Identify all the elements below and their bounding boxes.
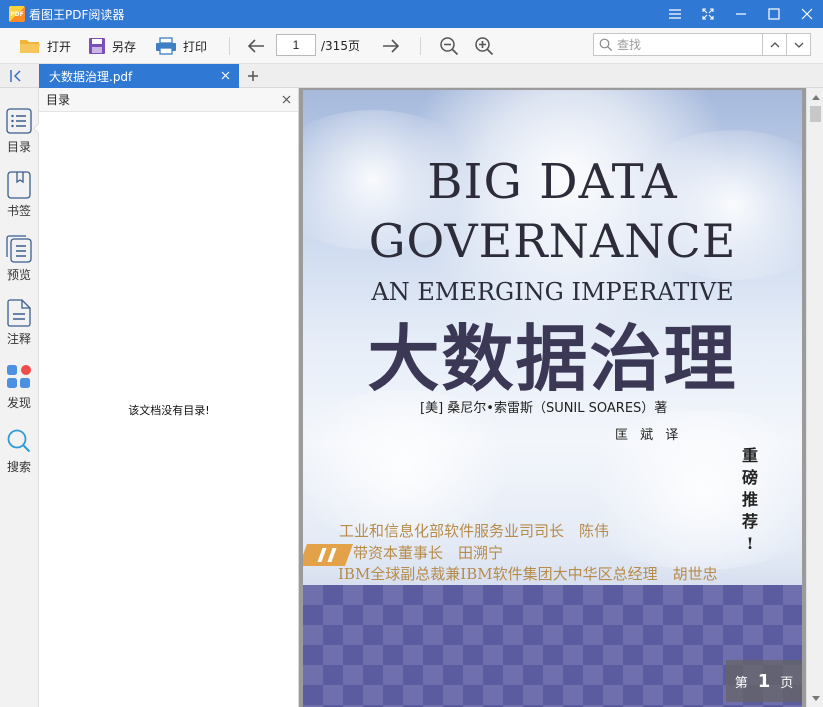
app-title: 看图王PDF阅读器	[29, 7, 125, 22]
close-icon	[801, 8, 812, 20]
open-button[interactable]: 打开	[19, 35, 71, 57]
sidebar-item-label: 注释	[6, 332, 31, 346]
saveas-button[interactable]: 另存	[88, 35, 136, 57]
sidebar-item-label: 发现	[6, 396, 31, 410]
app-logo-icon: PDF	[9, 6, 25, 22]
sidebar-item-label: 目录	[6, 140, 31, 154]
toolbar-divider	[420, 37, 421, 55]
sidebar-item-label: 书签	[6, 204, 31, 218]
scroll-up-button[interactable]	[807, 88, 823, 105]
document-view[interactable]: BIG DATA GOVERNANCE AN EMERGING IMPERATI…	[299, 88, 823, 707]
add-tab-button[interactable]	[245, 68, 261, 84]
annotation-icon	[7, 299, 31, 327]
page-total: /315页	[321, 39, 360, 53]
triangle-down-icon	[811, 695, 820, 701]
bookmark-icon	[7, 171, 31, 199]
triangle-up-icon	[811, 94, 820, 100]
collapse-sidebar-button[interactable]	[8, 68, 26, 84]
scroll-down-button[interactable]	[807, 690, 823, 707]
chevron-up-icon	[770, 41, 779, 47]
cover-title-line2: GOVERNANCE	[368, 214, 737, 268]
cover-author: [美] 桑尼尔•索雷斯（SUNIL SOARES）著	[420, 401, 668, 416]
search-icon	[7, 429, 31, 453]
chevron-down-icon	[794, 42, 803, 48]
arrow-left-icon	[247, 39, 264, 53]
search-box[interactable]	[593, 33, 763, 56]
tab-document[interactable]: 大数据治理.pdf	[39, 64, 239, 88]
arrow-right-icon	[383, 39, 400, 53]
sidebar-item-label: 预览	[6, 268, 31, 282]
sidebar-item-preview[interactable]: 预览	[0, 230, 38, 290]
fullscreen-button[interactable]	[691, 0, 724, 28]
search-prev-button[interactable]	[762, 33, 787, 56]
prev-page-button[interactable]	[246, 35, 266, 57]
sidebar-item-annotation[interactable]: 注释	[0, 294, 38, 354]
zoom-in-icon	[475, 37, 494, 56]
scrollbar-thumb[interactable]	[810, 106, 821, 122]
maximize-icon	[767, 8, 780, 20]
sidebar-item-discover[interactable]: 发现	[0, 358, 38, 418]
cover-recommender: 带资本董事长 田溯宁	[353, 544, 504, 562]
next-page-button[interactable]	[381, 35, 401, 57]
toc-header: 目录	[39, 88, 298, 112]
page-indicator-suffix: 页	[780, 675, 794, 691]
apps-icon	[7, 365, 31, 388]
cover-recommender: IBM全球副总裁兼IBM软件集团大中华区总经理 胡世忠	[338, 565, 718, 583]
window-controls	[658, 0, 823, 28]
zoom-out-icon	[440, 37, 459, 56]
cover-title-line1: BIG DATA	[427, 154, 678, 210]
minimize-icon	[735, 13, 746, 15]
collapse-left-icon	[10, 70, 21, 82]
tab-bar: 大数据治理.pdf	[0, 64, 823, 88]
toc-empty-message: 该文档没有目录!	[128, 404, 210, 417]
cover-title-chinese: 大数据治理	[367, 317, 738, 401]
zoom-in-button[interactable]	[474, 35, 494, 57]
search-input[interactable]	[617, 37, 737, 52]
sidebar-item-bookmark[interactable]: 书签	[0, 166, 38, 226]
fullscreen-icon	[701, 8, 714, 20]
title-bar: PDF 看图王PDF阅读器	[0, 0, 823, 28]
close-icon	[282, 95, 290, 103]
close-window-button[interactable]	[790, 0, 823, 28]
cover-vertical-text: 重磅推荐!	[741, 446, 758, 553]
list-icon	[6, 108, 32, 134]
toc-title: 目录	[46, 93, 71, 107]
sidebar-item-toc[interactable]: 目录	[0, 102, 38, 162]
cover-recommender: 工业和信息化部软件服务业司司长 陈伟	[339, 522, 610, 540]
zoom-out-button[interactable]	[439, 35, 459, 57]
search-next-button[interactable]	[786, 33, 811, 56]
thumbnails-icon	[6, 235, 32, 263]
search-icon	[599, 38, 613, 51]
sidebar-item-search[interactable]: 搜索	[0, 422, 38, 482]
toc-close-button[interactable]	[280, 93, 292, 105]
saveas-label: 另存	[112, 39, 137, 54]
pdf-page: BIG DATA GOVERNANCE AN EMERGING IMPERATI…	[303, 90, 802, 707]
open-label: 打开	[47, 39, 72, 54]
toolbar-divider	[229, 37, 230, 55]
save-icon	[89, 38, 105, 54]
folder-icon	[20, 40, 40, 53]
sidebar-rail: 目录 书签 预览 注释 发现 搜索	[0, 88, 39, 707]
menu-button[interactable]	[658, 0, 691, 28]
page-indicator-number: 1	[757, 670, 771, 692]
plus-icon	[248, 71, 258, 81]
printer-icon	[156, 37, 176, 55]
vertical-scrollbar[interactable]	[806, 88, 823, 707]
app-logo-text: PDF	[10, 10, 24, 18]
page-number-input[interactable]: 1	[276, 34, 316, 56]
menu-icon	[668, 9, 681, 19]
close-icon	[221, 71, 229, 79]
page-indicator-prefix: 第	[734, 675, 748, 691]
minimize-button[interactable]	[724, 0, 757, 28]
page-indicator-badge: 第 1 页	[726, 660, 802, 702]
tab-label: 大数据治理.pdf	[49, 69, 133, 84]
print-button[interactable]: 打印	[155, 35, 207, 57]
sidebar-item-label: 搜索	[6, 460, 31, 474]
cloud	[563, 410, 802, 570]
toc-panel: 目录 该文档没有目录!	[39, 88, 299, 707]
cover-translator: 匡 斌 译	[615, 428, 683, 443]
tab-close-button[interactable]	[219, 69, 231, 81]
print-label: 打印	[183, 39, 208, 54]
maximize-button[interactable]	[757, 0, 790, 28]
